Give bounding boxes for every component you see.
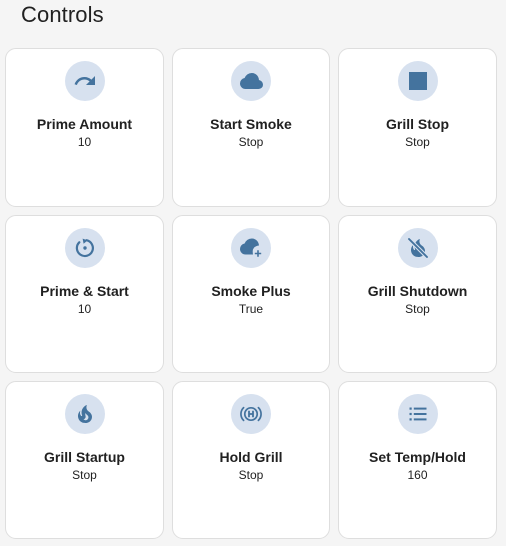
- card-set-temp-hold[interactable]: Set Temp/Hold 160: [338, 381, 497, 539]
- list-icon: [397, 394, 438, 434]
- card-start-smoke[interactable]: Start Smoke Stop: [172, 48, 330, 207]
- card-state: 160: [407, 468, 428, 482]
- stop-square-icon: [397, 61, 438, 101]
- page-title: Controls: [21, 2, 104, 27]
- card-grill-startup[interactable]: Grill Startup Stop: [5, 381, 164, 539]
- hold-h-icon: [231, 394, 271, 434]
- card-state: Stop: [72, 468, 97, 482]
- cloud-plus-icon: [231, 228, 271, 268]
- card-state: Stop: [405, 135, 430, 149]
- fire-off-icon: [397, 228, 438, 268]
- card-name: Prime & Start: [40, 283, 129, 299]
- card-name: Prime Amount: [36, 116, 133, 132]
- card-prime-amount[interactable]: Prime Amount 10: [5, 48, 164, 207]
- card-name: Smoke Plus: [211, 283, 291, 299]
- card-state: Stop: [405, 302, 430, 316]
- card-hold-grill[interactable]: Hold Grill Stop: [172, 381, 330, 539]
- card-name: Grill Shutdown: [367, 283, 468, 299]
- card-state: True: [238, 302, 264, 316]
- card-grill-stop[interactable]: Grill Stop Stop: [338, 48, 497, 207]
- card-state: Stop: [238, 135, 264, 149]
- card-prime-and-start[interactable]: Prime & Start 10: [5, 215, 164, 373]
- card-name: Hold Grill: [219, 449, 283, 465]
- redo-arrow-icon: [64, 61, 105, 101]
- card-state: 10: [77, 302, 92, 316]
- card-name: Start Smoke: [210, 116, 292, 132]
- card-state: 10: [77, 135, 92, 149]
- card-name: Set Temp/Hold: [369, 449, 466, 465]
- fire-icon: [64, 394, 105, 434]
- card-name: Grill Startup: [44, 449, 125, 465]
- card-name: Grill Stop: [386, 116, 449, 132]
- restart-icon: [64, 228, 105, 268]
- cloud-icon: [231, 61, 271, 101]
- card-grill-shutdown[interactable]: Grill Shutdown Stop: [338, 215, 497, 373]
- card-smoke-plus[interactable]: Smoke Plus True: [172, 215, 330, 373]
- card-state: Stop: [238, 468, 264, 482]
- controls-grid: Prime Amount 10 Start Smoke Stop Grill S…: [5, 48, 497, 539]
